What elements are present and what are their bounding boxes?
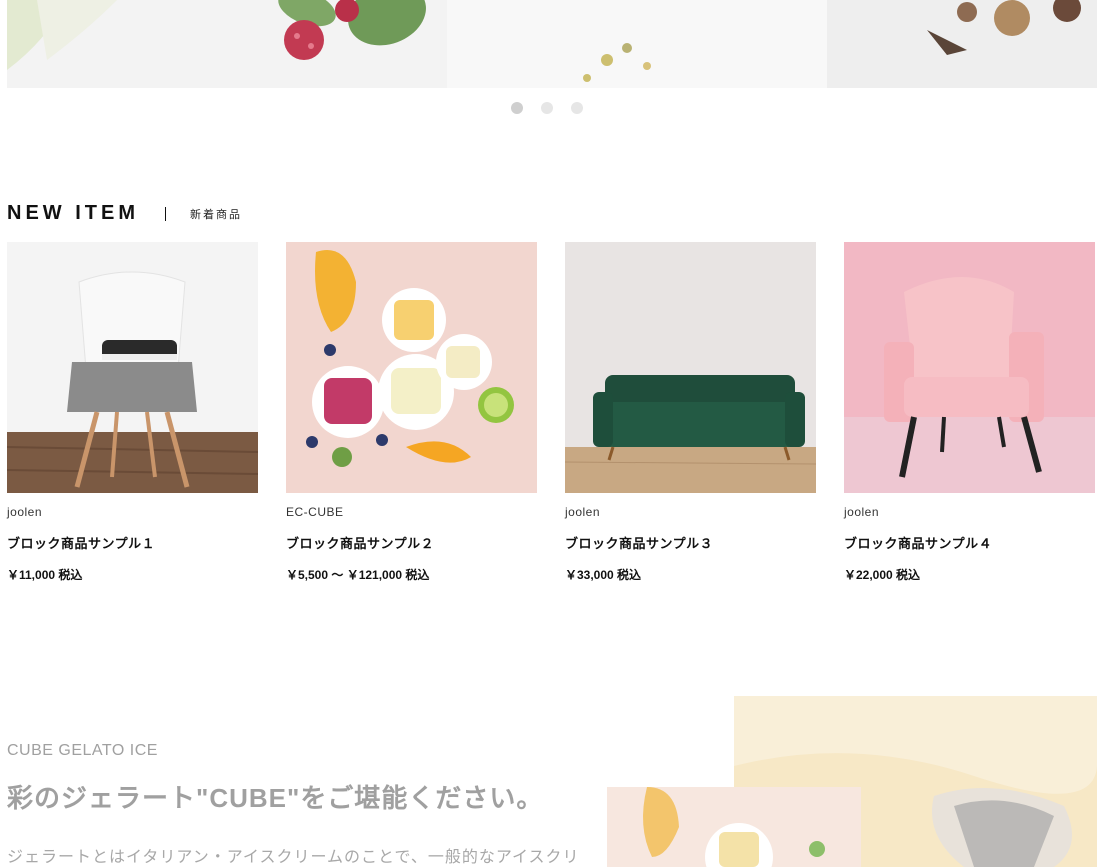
concept-image-gelato-cups [607, 787, 861, 867]
slide-dot-3[interactable] [571, 102, 583, 114]
product-maker: EC-CUBE [286, 505, 344, 519]
slide-dot-2[interactable] [541, 102, 553, 114]
product-maker: joolen [7, 505, 43, 519]
hero-gelato-illustration [7, 0, 1097, 88]
product-image[interactable] [565, 242, 816, 493]
product-card-4[interactable]: joolen ブロック商品サンプル４ ￥22,000 税込 [844, 242, 1095, 583]
product-name[interactable]: ブロック商品サンプル１ [7, 533, 258, 552]
new-item-heading: NEW ITEM 新着商品 [7, 202, 242, 225]
product-image[interactable] [7, 242, 258, 493]
product-image[interactable] [286, 242, 537, 493]
product-card-3[interactable]: joolen ブロック商品サンプル３ ￥33,000 税込 [565, 242, 816, 583]
product-image[interactable] [844, 242, 1095, 493]
product-name[interactable]: ブロック商品サンプル４ [844, 533, 1095, 552]
concept-label-en: CUBE GELATO ICE [7, 742, 158, 759]
slider-pagination [511, 102, 583, 114]
section-subtitle: 新着商品 [190, 208, 242, 221]
product-maker: joolen [565, 505, 601, 519]
product-price: ￥33,000 税込 [565, 568, 642, 582]
product-name[interactable]: ブロック商品サンプル２ [286, 533, 537, 552]
product-name[interactable]: ブロック商品サンプル３ [565, 533, 816, 552]
product-price: ￥22,000 税込 [844, 568, 921, 582]
heading-divider [165, 206, 166, 221]
product-price: ￥5,500 ～ ￥121,000 税込 [286, 568, 430, 582]
product-maker: joolen [844, 505, 880, 519]
hero-slider-image[interactable] [7, 0, 1097, 88]
product-grid: joolen ブロック商品サンプル１ ￥11,000 税込 EC-CUBE ブロ… [7, 242, 1095, 583]
concept-text: ジェラートとはイタリアン・アイスクリームのことで、一般的なアイスクリ [7, 849, 580, 866]
slide-dot-1[interactable] [511, 102, 523, 114]
product-price: ￥11,000 税込 [7, 568, 83, 582]
section-title: NEW ITEM [7, 202, 139, 224]
concept-title: 彩のジェラート"CUBE"をご堪能ください。 [7, 783, 544, 813]
product-card-1[interactable]: joolen ブロック商品サンプル１ ￥11,000 税込 [7, 242, 258, 583]
product-card-2[interactable]: EC-CUBE ブロック商品サンプル２ ￥5,500 ～ ￥121,000 税込 [286, 242, 537, 583]
